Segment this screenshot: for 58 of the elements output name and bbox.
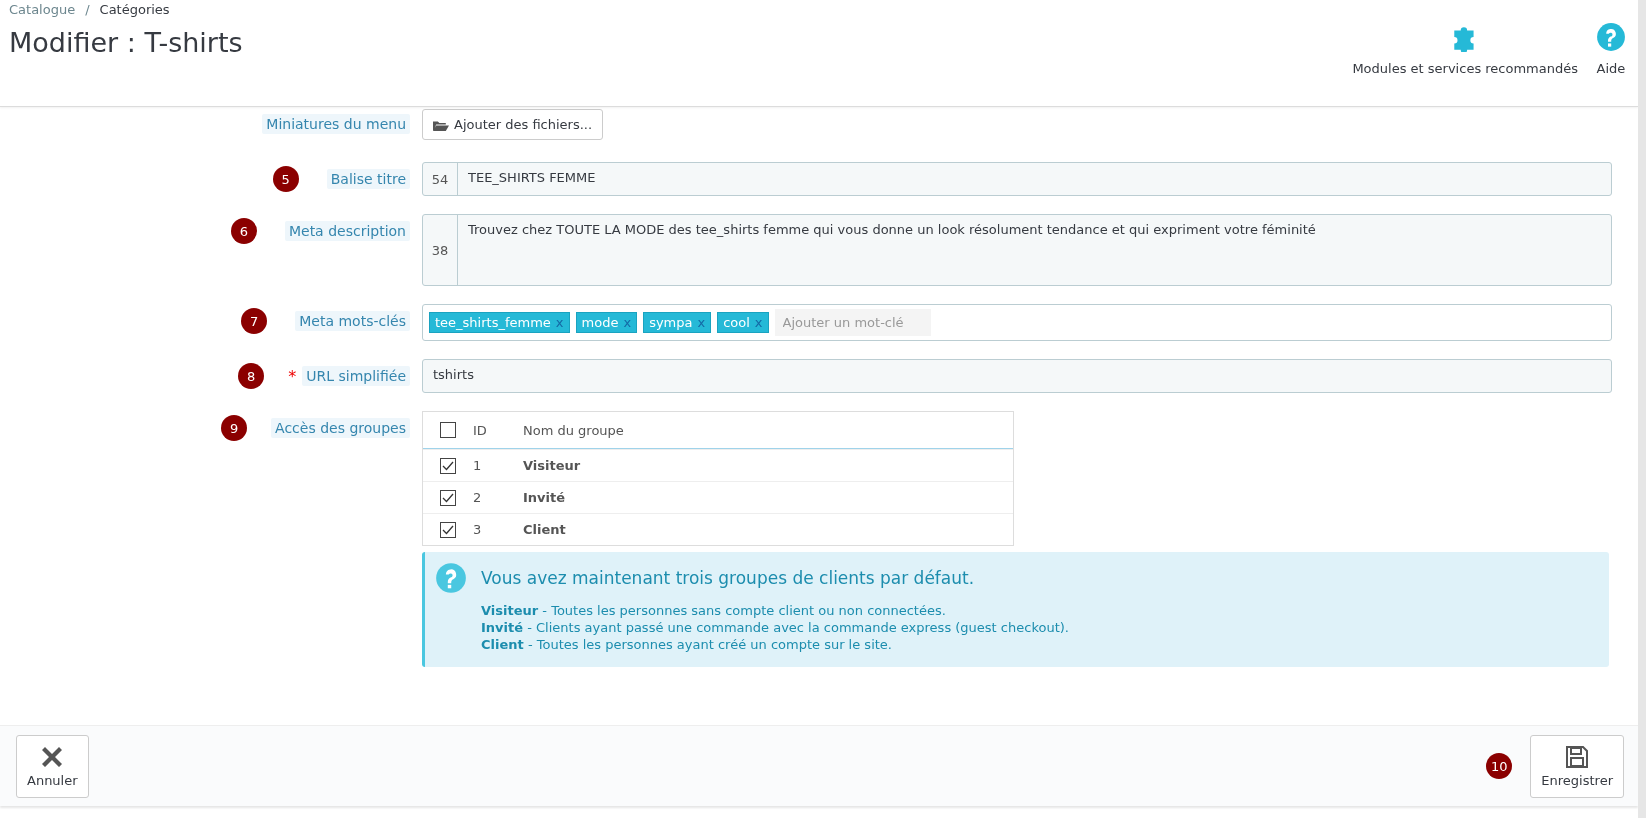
keyword-tag[interactable]: sympa x [643,312,712,333]
field-label: Meta mots-clés [295,311,410,331]
required-mark: * [288,366,297,386]
toolbar-button[interactable]: Modules et services recommandés [1352,22,1578,82]
remove-icon[interactable]: x [555,315,564,330]
table-cell-text: 2 [473,490,483,505]
toolbar-button[interactable]: Aide [1596,22,1626,82]
help-icon [435,562,467,594]
keyword-input[interactable]: Ajouter un mot-clé [774,309,931,336]
character-counter: 54 [423,163,458,195]
checkbox[interactable] [440,521,456,538]
column-header: Nom du groupe [523,422,625,438]
breadcrumb-link[interactable]: Catégories [99,2,170,17]
input-field[interactable]: 54 TEE_SHIRTS FEMME [422,162,1612,196]
table-cell-text: Client [523,522,567,537]
close-icon [40,744,65,769]
checkbox[interactable] [440,422,456,438]
field-label: URL simplifiée [302,366,410,386]
keyword-tag[interactable]: mode x [575,312,638,333]
page-title: Modifier : T-shirts [9,27,243,58]
column-header: ID [473,422,488,438]
checkbox[interactable] [440,457,456,474]
table-cell-text: 1 [473,458,483,473]
field-label: Meta description [284,221,410,241]
keyword-tag[interactable]: cool x [717,312,769,333]
save-icon [1565,744,1590,769]
table-cell-text: 3 [473,522,483,537]
save-button[interactable]: Enregistrer [1530,734,1624,798]
info-text: Visiteur - Toutes les personnes sans compte client ou non connectées. [481,602,947,619]
step-badge: 10 [1486,753,1513,779]
cancel-button[interactable]: Annuler [16,734,89,798]
info-title: Vous avez maintenant trois groupes de clients par défaut. [481,567,976,588]
info-text: Client - Toutes les personnes ayant créé un compte sur le site. [481,636,893,653]
remove-icon[interactable]: x [697,315,706,330]
field-label: Miniatures du menu [262,114,410,134]
step-badge: 5 [272,166,299,192]
table-cell-text: Invité [523,490,567,505]
remove-icon[interactable]: x [754,315,763,330]
help-icon [1596,22,1626,52]
keyword-tag[interactable]: tee_shirts_femme x [429,312,570,333]
info-text: Invité - Clients ayant passé une commande avec la commande express (guest checkout). [481,619,1069,636]
character-counter: 38 [423,215,458,285]
add-files-button[interactable]: Ajouter des fichiers... [422,109,604,140]
description-field[interactable]: 38 Trouvez chez TOUTE LA MODE des tee_shirts femme qui vous donne un look résolument tendance et qui expriment votre féminité [422,214,1612,286]
checkbox[interactable] [440,489,456,506]
folder-icon [433,118,449,131]
step-badge: 9 [221,415,248,441]
remove-icon[interactable]: x [623,315,632,330]
input-field[interactable]: tshirts [422,359,1612,393]
table-cell-text: Visiteur [523,458,582,473]
step-badge: 7 [241,308,268,334]
field-label: Accès des groupes [271,418,410,438]
breadcrumb-link[interactable]: Catalogue [9,2,76,17]
breadcrumb-separator: / [85,2,90,17]
step-badge: 8 [238,363,265,389]
field-label: Balise titre [326,169,410,189]
step-badge: 6 [230,218,257,244]
keywords-field[interactable]: tee_shirts_femme x mode x sympa x cool x Ajouter un mot-clé [422,304,1612,341]
